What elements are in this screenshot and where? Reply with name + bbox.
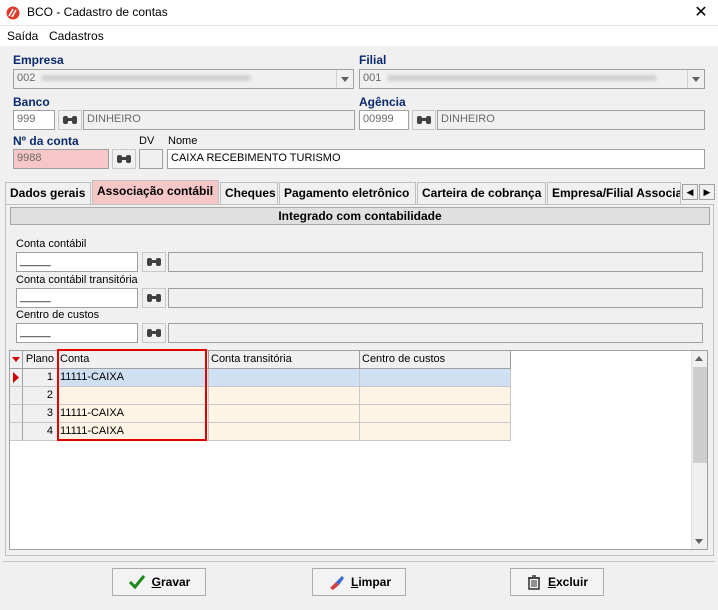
agencia-name-field: DINHEIRO: [437, 110, 705, 130]
tab-empresa-filial[interactable]: Empresa/Filial Associa: [547, 182, 681, 204]
conta-contabil-desc: [168, 252, 703, 272]
table-row-centro[interactable]: [360, 423, 511, 441]
centro-custos-search-button[interactable]: [142, 323, 166, 343]
binoculars-icon: [147, 294, 161, 302]
limpar-label-rest: impar: [358, 575, 392, 589]
close-icon[interactable]: ✕: [688, 3, 714, 23]
centro-custos-input[interactable]: _____: [16, 323, 138, 343]
agencia-code-input[interactable]: 00999: [359, 110, 409, 130]
filial-value: 001: [363, 72, 382, 84]
binoculars-icon: [117, 155, 131, 163]
tab-scroll-right-icon[interactable]: ▶: [699, 184, 715, 200]
integrado-header: Integrado com contabilidade: [10, 207, 710, 225]
row-indicator[interactable]: [10, 387, 23, 405]
chevron-down-icon[interactable]: [336, 70, 353, 88]
blurred-text: [41, 75, 252, 82]
conta-transitoria-search-button[interactable]: [142, 288, 166, 308]
banco-label: Banco: [13, 95, 50, 109]
checkmark-icon: [128, 575, 145, 590]
row-indicator[interactable]: [10, 423, 23, 441]
scroll-up-icon[interactable]: [695, 356, 703, 361]
blurred-text: [387, 75, 658, 82]
eraser-brush-icon: [329, 576, 344, 590]
tab-associacao-contabil[interactable]: Associação contábil: [92, 180, 219, 204]
sort-down-icon: [12, 357, 20, 362]
excluir-button[interactable]: Excluir: [510, 568, 604, 596]
centro-custos-desc: [168, 323, 703, 343]
menu-saida[interactable]: Saída: [7, 29, 38, 43]
grid-corner[interactable]: [10, 351, 23, 369]
menu-bar: [0, 26, 718, 46]
table-row-centro[interactable]: [360, 387, 511, 405]
tab-cheques[interactable]: Cheques: [220, 182, 278, 204]
conta-transitoria-input[interactable]: _____: [16, 288, 138, 308]
scroll-thumb[interactable]: [693, 367, 707, 463]
dv-label: DV: [139, 135, 155, 147]
grid-scrollbar[interactable]: [691, 351, 707, 549]
nome-label: Nome: [168, 135, 198, 147]
window-title: BCO - Cadastro de contas: [27, 5, 168, 19]
table-row-transitoria[interactable]: [209, 405, 360, 423]
table-row-plano[interactable]: 2: [23, 387, 58, 405]
table-row-centro[interactable]: [360, 405, 511, 423]
binoculars-icon: [417, 116, 431, 124]
limpar-button[interactable]: Limpar: [312, 568, 406, 596]
table-row-plano[interactable]: 4: [23, 423, 58, 441]
conta-contabil-search-button[interactable]: [142, 252, 166, 272]
conta-contabil-input[interactable]: _____: [16, 252, 138, 272]
binoculars-icon: [63, 116, 77, 124]
gravar-label: Gravar: [152, 575, 191, 589]
conta-contabil-label: Conta contábil: [16, 238, 87, 250]
excluir-label-rest: xcluir: [556, 575, 589, 589]
row-indicator[interactable]: [10, 405, 23, 423]
filial-combo[interactable]: 001: [359, 69, 705, 89]
table-row-transitoria[interactable]: [209, 369, 360, 387]
tab-pagamento-eletronico[interactable]: Pagamento eletrônico: [279, 182, 416, 204]
tab-scroll-left-icon[interactable]: ◀: [682, 184, 698, 200]
tab-carteira-cobranca[interactable]: Carteira de cobrança: [417, 182, 546, 204]
excluir-label: Excluir: [548, 575, 588, 589]
conta-search-button[interactable]: [112, 149, 136, 169]
binoculars-icon: [147, 258, 161, 266]
app-logo-icon: [6, 6, 20, 20]
nome-input[interactable]: CAIXA RECEBIMENTO TURISMO: [167, 149, 705, 169]
conta-number-input[interactable]: 9988: [13, 149, 109, 169]
chevron-down-icon[interactable]: [687, 70, 704, 88]
col-header-centro-custos[interactable]: Centro de custos: [360, 351, 511, 369]
table-row-transitoria[interactable]: [209, 423, 360, 441]
row-indicator-icon[interactable]: [10, 369, 23, 387]
empresa-value: 002: [17, 72, 36, 84]
limpar-label: Limpar: [351, 575, 391, 589]
col-header-conta-transitoria[interactable]: Conta transitória: [209, 351, 360, 369]
excluir-mnemonic: E: [547, 575, 556, 589]
tab-dados-gerais[interactable]: Dados gerais: [5, 182, 91, 204]
scroll-down-icon[interactable]: [695, 539, 703, 544]
banco-code-input[interactable]: 999: [13, 110, 55, 130]
trash-icon: [527, 575, 540, 590]
table-row-centro[interactable]: [360, 369, 511, 387]
gravar-mnemonic: G: [151, 575, 161, 589]
binoculars-icon: [147, 329, 161, 337]
dv-input[interactable]: [139, 149, 163, 169]
menu-cadastros[interactable]: Cadastros: [49, 29, 104, 43]
table-row-plano[interactable]: 1: [23, 369, 58, 387]
gravar-label-rest: ravar: [160, 575, 191, 589]
conta-transitoria-label: Conta contábil transitória: [16, 274, 138, 286]
empresa-combo[interactable]: 002: [13, 69, 354, 89]
highlight-box: [57, 349, 207, 441]
table-row-plano[interactable]: 3: [23, 405, 58, 423]
conta-transitoria-desc: [168, 288, 703, 308]
agencia-label: Agência: [359, 95, 406, 109]
gravar-button[interactable]: Gravar: [112, 568, 206, 596]
tabs-strip: Dados gerais Associação contábil Cheques…: [5, 180, 715, 204]
filial-label: Filial: [359, 53, 387, 67]
banco-name-field: DINHEIRO: [83, 110, 355, 130]
centro-custos-label: Centro de custos: [16, 309, 100, 321]
empresa-label: Empresa: [13, 53, 64, 67]
agencia-search-button[interactable]: [412, 110, 436, 130]
col-header-plano[interactable]: Plano: [23, 351, 58, 369]
table-row-transitoria[interactable]: [209, 387, 360, 405]
conta-label: Nº da conta: [13, 134, 79, 148]
banco-search-button[interactable]: [58, 110, 82, 130]
